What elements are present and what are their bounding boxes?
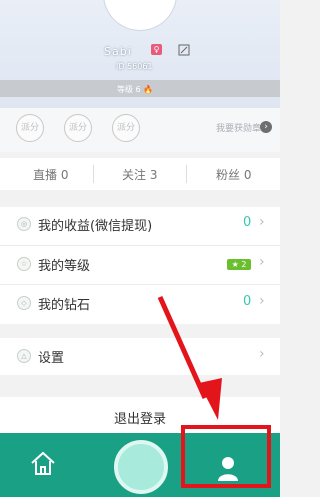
stat-following[interactable]: 关注 3 xyxy=(122,166,157,183)
profile-name: Sabi xyxy=(104,45,132,58)
home-icon[interactable] xyxy=(28,448,58,478)
diamond-icon: ◇ xyxy=(17,296,31,310)
chevron-right-icon[interactable]: › xyxy=(260,121,272,133)
menu-item-level[interactable]: 我的等级 xyxy=(38,255,90,274)
divider xyxy=(186,165,187,183)
divider xyxy=(93,165,94,183)
profile-id: ID 56061 xyxy=(116,62,153,71)
medal-more-label[interactable]: 我要获勋章 xyxy=(216,121,261,134)
divider xyxy=(0,245,280,246)
menu-item-income[interactable]: 我的收益(微信提现) xyxy=(38,215,152,234)
income-icon: ◎ xyxy=(17,217,31,231)
medal-badge[interactable]: 派分 xyxy=(64,114,92,142)
chevron-right-icon[interactable]: › xyxy=(259,346,265,362)
level-text: 等级 6 🔥 xyxy=(117,85,154,94)
level-badge: ★ 2 xyxy=(227,259,251,270)
diamond-count: 0 xyxy=(243,294,252,309)
settings-icon: △ xyxy=(17,349,31,363)
chevron-right-icon[interactable]: › xyxy=(259,293,265,309)
medal-badge[interactable]: 派分 xyxy=(112,114,140,142)
stat-live[interactable]: 直播 0 xyxy=(33,166,68,183)
stat-fans[interactable]: 粉丝 0 xyxy=(216,166,251,183)
menu-item-diamonds[interactable]: 我的钻石 xyxy=(38,294,90,313)
level-icon: ☆ xyxy=(17,257,31,271)
live-button-icon[interactable] xyxy=(114,440,168,494)
highlight-box xyxy=(181,425,271,488)
income-count: 0 xyxy=(243,215,252,230)
edit-icon[interactable] xyxy=(178,44,190,56)
medal-badge[interactable]: 派分 xyxy=(16,114,44,142)
female-icon: ♀ xyxy=(151,44,162,55)
logout-button[interactable]: 退出登录 xyxy=(114,408,166,427)
divider xyxy=(0,284,280,285)
menu-item-settings[interactable]: 设置 xyxy=(38,347,64,366)
chevron-right-icon[interactable]: › xyxy=(259,254,265,270)
level-value: 2 xyxy=(241,260,247,269)
chevron-right-icon[interactable]: › xyxy=(259,214,265,230)
